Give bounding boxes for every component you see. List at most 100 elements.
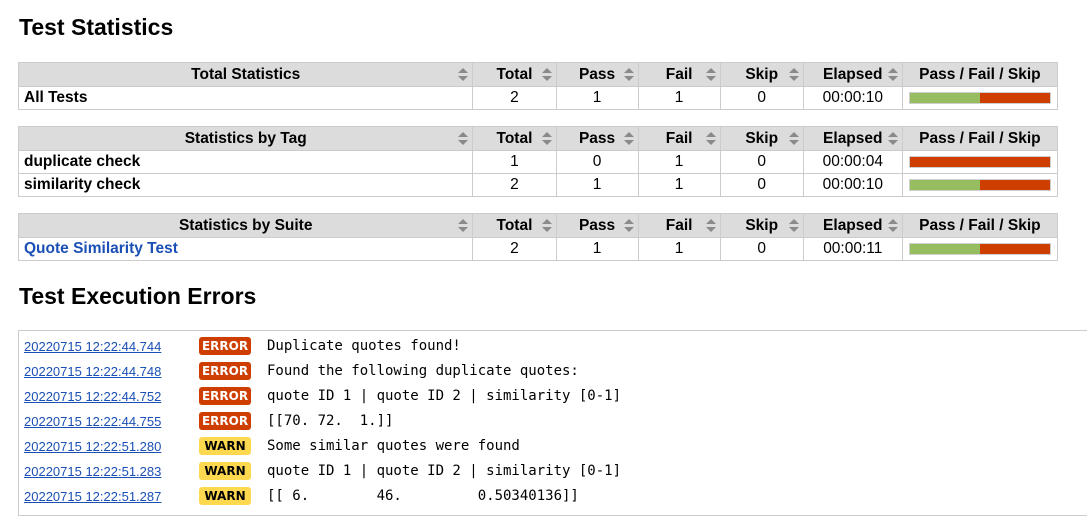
sort-by-elapsed-header[interactable]: Elapsed <box>802 62 903 87</box>
sort-by-skip-header[interactable]: Skip <box>719 62 804 87</box>
tag-statistics-table: Statistics by Tag Total Pass Fail Skip E… <box>17 126 1059 197</box>
stat-fail: 1 <box>637 150 721 174</box>
stat-graph-cell <box>901 150 1059 174</box>
column-pass-label: Pass <box>578 129 616 147</box>
stat-graph-cell <box>901 237 1059 261</box>
pass-segment <box>909 180 980 190</box>
stat-elapsed: 00:00:10 <box>802 86 903 110</box>
fail-segment <box>979 180 1050 190</box>
sort-by-name-header[interactable]: Statistics by Suite <box>17 213 474 238</box>
fail-segment <box>979 93 1050 103</box>
sort-by-total-header[interactable]: Total <box>472 126 557 151</box>
column-graph-label: Pass / Fail / Skip <box>919 129 1041 147</box>
stat-skip: 0 <box>719 150 804 174</box>
error-timestamp-link[interactable]: 20220715 12:22:51.280 <box>24 439 194 454</box>
stat-total: 1 <box>472 150 557 174</box>
sort-icon <box>541 67 552 82</box>
graph-header[interactable]: Pass / Fail / Skip <box>901 126 1059 151</box>
sort-icon <box>788 131 799 146</box>
sort-by-pass-header[interactable]: Pass <box>555 62 639 87</box>
warn-level-badge: WARN <box>199 462 251 480</box>
stat-fail: 1 <box>637 237 721 261</box>
sort-icon <box>887 67 898 82</box>
error-message: Some similar quotes were found <box>267 438 520 454</box>
sort-icon <box>541 131 552 146</box>
sort-icon <box>705 218 716 233</box>
pass-fail-skip-bar <box>908 92 1051 104</box>
sort-by-total-header[interactable]: Total <box>472 213 557 238</box>
column-fail-label: Fail <box>665 129 693 147</box>
sort-icon <box>458 218 469 233</box>
sort-by-elapsed-header[interactable]: Elapsed <box>802 213 903 238</box>
column-total-label: Total <box>496 129 533 147</box>
stat-name-cell: Quote Similarity Test <box>17 237 474 261</box>
stat-pass: 1 <box>555 86 639 110</box>
stat-name: All Tests <box>17 86 474 110</box>
column-total-label: Total <box>496 65 533 83</box>
graph-header[interactable]: Pass / Fail / Skip <box>901 62 1059 87</box>
sort-by-pass-header[interactable]: Pass <box>555 126 639 151</box>
error-message: [[70. 72. 1.]] <box>267 413 394 429</box>
graph-header[interactable]: Pass / Fail / Skip <box>901 213 1059 238</box>
error-message: Found the following duplicate quotes: <box>267 363 579 379</box>
sort-by-name-header[interactable]: Statistics by Tag <box>17 126 474 151</box>
stat-fail: 1 <box>637 173 721 197</box>
pass-segment <box>909 93 980 103</box>
error-timestamp-link[interactable]: 20220715 12:22:51.283 <box>24 464 194 479</box>
table-row: similarity check 2 1 1 0 00:00:10 <box>17 173 1059 197</box>
error-message: quote ID 1 | quote ID 2 | similarity [0-… <box>267 388 622 404</box>
sort-icon <box>623 218 634 233</box>
stat-total: 2 <box>472 173 557 197</box>
sort-icon <box>705 67 716 82</box>
column-elapsed-label: Elapsed <box>823 65 883 83</box>
test-statistics-title: Test Statistics <box>19 14 174 40</box>
sort-by-elapsed-header[interactable]: Elapsed <box>802 126 903 151</box>
column-elapsed-label: Elapsed <box>823 129 883 147</box>
column-fail-label: Fail <box>665 216 693 234</box>
sort-by-total-header[interactable]: Total <box>472 62 557 87</box>
errors-list: 20220715 12:22:44.744 ERROR Duplicate qu… <box>18 330 1087 516</box>
sort-icon <box>887 131 898 146</box>
total-statistics-header-row: Total Statistics Total Pass Fail Skip El… <box>17 62 1059 87</box>
suite-link[interactable]: Quote Similarity Test <box>24 240 178 257</box>
sort-icon <box>541 218 552 233</box>
sort-by-fail-header[interactable]: Fail <box>637 126 721 151</box>
pass-fail-skip-bar <box>908 243 1051 255</box>
column-pass-label: Pass <box>578 216 616 234</box>
stat-fail: 1 <box>637 86 721 110</box>
sort-icon <box>788 67 799 82</box>
stat-pass: 0 <box>555 150 639 174</box>
tag-statistics-header-row: Statistics by Tag Total Pass Fail Skip E… <box>17 126 1059 151</box>
error-timestamp-link[interactable]: 20220715 12:22:44.744 <box>24 339 194 354</box>
column-skip-label: Skip <box>745 129 779 147</box>
error-timestamp-link[interactable]: 20220715 12:22:44.755 <box>24 414 194 429</box>
sort-by-fail-header[interactable]: Fail <box>637 62 721 87</box>
stat-name: duplicate check <box>17 150 474 174</box>
warn-level-badge: WARN <box>199 437 251 455</box>
error-timestamp-link[interactable]: 20220715 12:22:44.748 <box>24 364 194 379</box>
fail-segment <box>909 157 1050 167</box>
sort-by-name-header[interactable]: Total Statistics <box>17 62 474 87</box>
stat-total: 2 <box>472 237 557 261</box>
sort-by-skip-header[interactable]: Skip <box>719 213 804 238</box>
column-pass-label: Pass <box>578 65 616 83</box>
column-name-label: Statistics by Tag <box>184 129 307 147</box>
suite-statistics-table: Statistics by Suite Total Pass Fail Skip… <box>17 213 1059 261</box>
stat-skip: 0 <box>719 237 804 261</box>
error-timestamp-link[interactable]: 20220715 12:22:44.752 <box>24 389 194 404</box>
sort-icon <box>705 131 716 146</box>
suite-statistics-header-row: Statistics by Suite Total Pass Fail Skip… <box>17 213 1059 238</box>
test-execution-errors-title: Test Execution Errors <box>19 283 257 309</box>
error-level-badge: ERROR <box>199 337 251 355</box>
stat-graph-cell <box>901 173 1059 197</box>
error-level-badge: ERROR <box>199 412 251 430</box>
pass-fail-skip-bar <box>908 156 1051 168</box>
sort-by-skip-header[interactable]: Skip <box>719 126 804 151</box>
sort-by-fail-header[interactable]: Fail <box>637 213 721 238</box>
stat-pass: 1 <box>555 237 639 261</box>
error-timestamp-link[interactable]: 20220715 12:22:51.287 <box>24 489 194 504</box>
column-graph-label: Pass / Fail / Skip <box>919 216 1041 234</box>
column-elapsed-label: Elapsed <box>823 216 883 234</box>
column-skip-label: Skip <box>745 65 779 83</box>
sort-by-pass-header[interactable]: Pass <box>555 213 639 238</box>
